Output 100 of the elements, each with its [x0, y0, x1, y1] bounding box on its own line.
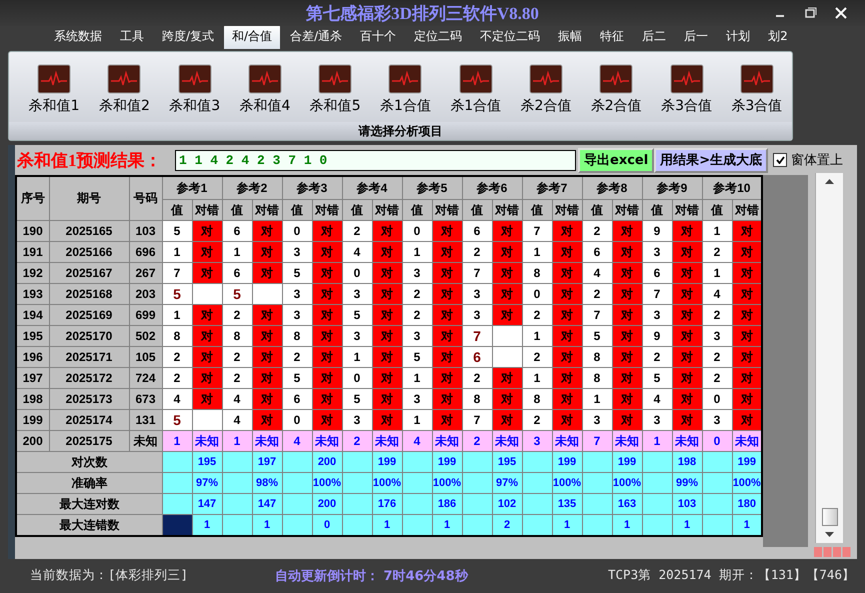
scrollbar[interactable] [815, 173, 844, 543]
table-cell: 对 [612, 262, 642, 284]
table-cell [582, 514, 612, 536]
table-cell: 对 [552, 284, 582, 304]
table-cell: 未知 [492, 430, 522, 452]
table-cell: 1 [702, 220, 732, 242]
menu-tab[interactable]: 后二 [634, 25, 674, 49]
table-cell [642, 514, 672, 536]
menu-tab[interactable]: 系统数据 [46, 25, 110, 49]
table-cell: 1 [702, 262, 732, 284]
column-header: 值 [222, 200, 252, 220]
table-cell: 4 [402, 430, 432, 452]
table-cell: 对 [672, 326, 702, 346]
menu-tab[interactable]: 后一 [676, 25, 716, 49]
table-cell: 对 [252, 410, 282, 430]
table-cell: 2 [582, 220, 612, 242]
table-cell: 5 [642, 368, 672, 388]
table-cell: 135 [552, 494, 582, 514]
ribbon-item[interactable]: 杀和值4 [239, 97, 290, 115]
ribbon-item[interactable]: 杀2合值 [520, 97, 572, 115]
menu-tab[interactable]: 跨度/复式 [154, 25, 222, 49]
table-cell: 3 [342, 284, 372, 304]
menu-tab[interactable]: 和/合值 [224, 25, 280, 49]
column-header: 对错 [252, 200, 282, 220]
heartbeat-icon [670, 64, 704, 94]
table-cell: 对 [612, 220, 642, 242]
generate-button[interactable]: 用结果>生成大底 [654, 148, 768, 172]
table-cell [522, 514, 552, 536]
ribbon-item[interactable]: 杀和值1 [28, 97, 80, 115]
table-cell: 对 [192, 388, 222, 410]
table-cell: 1 [672, 514, 702, 536]
table-cell: 对 [492, 368, 522, 388]
table-cell: 对 [732, 326, 762, 346]
table-cell: 对 [672, 220, 702, 242]
table-cell: 2 [462, 430, 492, 452]
column-header: 参考1 [162, 176, 222, 200]
ribbon-item[interactable]: 杀和值2 [98, 97, 150, 115]
table-cell: 2 [162, 346, 192, 368]
table-cell: 0 [522, 284, 552, 304]
table-cell: 3 [402, 388, 432, 410]
column-header: 值 [282, 200, 312, 220]
table-cell: 对 [252, 304, 282, 326]
restore-icon[interactable] [805, 7, 817, 19]
ribbon-item[interactable]: 杀2合值 [590, 97, 642, 115]
pin-checkbox[interactable] [773, 153, 788, 167]
menu-tab[interactable]: 百十个 [352, 25, 404, 49]
scroll-thumb[interactable] [822, 508, 838, 526]
column-header: 对错 [432, 200, 462, 220]
table-cell: 200 [16, 430, 49, 452]
menu-tab[interactable]: 定位二码 [406, 25, 470, 49]
column-header: 值 [462, 200, 492, 220]
table-cell: 3 [702, 326, 732, 346]
close-icon[interactable] [835, 7, 847, 19]
table-cell: 4 [342, 242, 372, 262]
column-header: 对错 [372, 200, 402, 220]
column-header: 值 [342, 200, 372, 220]
result-field[interactable]: 1 1 4 2 4 2 3 7 1 0 [175, 150, 576, 170]
table-cell: 5 [342, 388, 372, 410]
menu-tab[interactable]: 不定位二码 [472, 25, 548, 49]
table-cell [642, 472, 672, 494]
scroll-down-icon[interactable] [825, 532, 834, 537]
table-cell: 103 [672, 494, 702, 514]
table-cell: 5 [582, 326, 612, 346]
ribbon-item[interactable]: 杀1合值 [450, 97, 502, 115]
menu-tab[interactable]: 合差/通杀 [282, 25, 350, 49]
table-cell: 对 [492, 304, 522, 326]
group-caption: 请选择分析项目 [358, 122, 442, 140]
table-cell: 2 [342, 220, 372, 242]
ribbon-item[interactable]: 杀和值3 [169, 97, 220, 115]
export-button[interactable]: 导出excel [578, 148, 654, 172]
menu-tab[interactable]: 划2 [760, 25, 796, 49]
menu-tab[interactable]: 特征 [592, 25, 632, 49]
table-cell: 5 [282, 262, 312, 284]
column-header: 参考4 [342, 176, 402, 200]
table-cell: 105 [129, 346, 162, 368]
table-cell: 2025172 [49, 368, 129, 388]
table-cell: 5 [162, 284, 192, 304]
column-header: 对错 [192, 200, 222, 220]
menu-tab[interactable]: 工具 [112, 25, 152, 49]
scroll-up-icon[interactable] [825, 179, 834, 184]
table-cell: 7 [522, 220, 552, 242]
table-cell: 200 [312, 452, 342, 472]
table-cell: 对 [312, 220, 342, 242]
menu-tab[interactable]: 计划 [718, 25, 758, 49]
table-cell [582, 494, 612, 514]
ribbon-item[interactable]: 杀1合值 [380, 97, 431, 115]
table-cell: 对 [672, 284, 702, 304]
table-cell: 8 [462, 388, 492, 410]
ribbon-item[interactable]: 杀3合值 [731, 97, 782, 115]
ribbon-item[interactable]: 杀和值5 [310, 97, 361, 115]
table-cell: 对 [552, 388, 582, 410]
table-cell: 195 [492, 452, 522, 472]
table-cell: 190 [16, 220, 49, 242]
table-cell: 对 [672, 368, 702, 388]
table-cell: 97% [492, 472, 522, 494]
table-cell: 7 [462, 262, 492, 284]
menu-tab[interactable]: 振幅 [550, 25, 590, 49]
table-cell: 对 [612, 242, 642, 262]
ribbon-item[interactable]: 杀3合值 [661, 97, 712, 115]
table-cell [702, 514, 732, 536]
